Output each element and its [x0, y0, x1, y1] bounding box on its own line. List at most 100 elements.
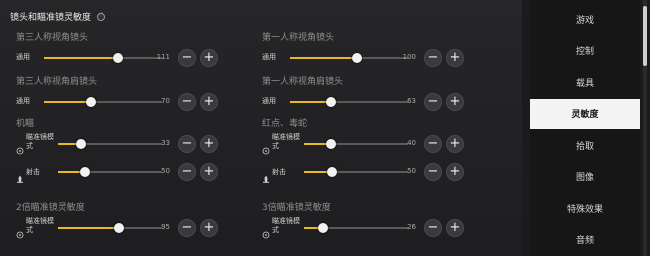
slider-value: 111: [156, 53, 170, 61]
slider-value: 100: [402, 53, 416, 61]
sidebar-item[interactable]: 载具: [530, 67, 640, 97]
sidebar-scrollbar[interactable]: [643, 6, 647, 66]
sidebar-item[interactable]: 游戏: [530, 4, 640, 34]
sidebar-item[interactable]: 灵敏度: [530, 98, 640, 129]
increase-button[interactable]: +: [446, 93, 464, 111]
slider-thumb[interactable]: [113, 53, 124, 63]
slider-track[interactable]: [290, 97, 408, 107]
increase-button[interactable]: +: [200, 135, 218, 153]
decrease-button[interactable]: −: [178, 93, 196, 111]
slider-row: 瞄准镜模式 40− +: [262, 132, 512, 156]
decrease-button[interactable]: −: [424, 93, 442, 111]
sidebar-item-label: 游戏: [575, 15, 594, 26]
slider-track[interactable]: [44, 97, 162, 107]
slider-row: 瞄准镜模式 95− +: [16, 216, 266, 240]
slider-thumb[interactable]: [327, 167, 338, 177]
increase-button[interactable]: +: [446, 49, 464, 67]
slider-track[interactable]: [58, 167, 162, 177]
fire-icon: [262, 168, 270, 183]
slider-label: 瞄准镜模式: [26, 217, 54, 234]
slider-track[interactable]: [58, 223, 162, 233]
sidebar-item[interactable]: 音频: [530, 225, 640, 255]
slider-value: 40: [407, 139, 416, 147]
fire-icon: [16, 168, 24, 183]
sidebar-item-label: 灵敏度: [571, 110, 599, 120]
decrease-button[interactable]: −: [424, 163, 442, 181]
slider-fill: [290, 57, 358, 59]
settings-panel: 镜头和瞄准镜灵敏度 ⓘ 第三人称视角镜头 通用 111− + 第三人称视角肩镜头 通用 70…: [0, 0, 522, 256]
slider-track[interactable]: [58, 139, 162, 149]
slider-row: 瞄准镜模式 26− +: [262, 216, 512, 240]
sidebar-item[interactable]: 拾取: [530, 130, 640, 160]
slider-thumb[interactable]: [317, 223, 328, 233]
section-title: 3倍瞄准镜灵敏度: [262, 203, 331, 213]
section-title: 机瞄: [16, 119, 35, 129]
slider-thumb[interactable]: [114, 223, 125, 233]
slider-value: 50: [407, 167, 416, 175]
increase-button[interactable]: +: [446, 219, 464, 237]
slider-label: 通用: [16, 53, 30, 61]
sensitivity-section: 2倍瞄准镜灵敏度瞄准镜模式 95− +: [16, 200, 266, 240]
decrease-button[interactable]: −: [424, 219, 442, 237]
section-title: 第三人称视角镜头: [16, 33, 89, 43]
increase-button[interactable]: +: [446, 163, 464, 181]
section-title: 2倍瞄准镜灵敏度: [16, 203, 85, 213]
slider-fill: [44, 101, 92, 103]
settings-sidebar: 游戏控制载具灵敏度拾取 图像 特殊效果音频: [530, 0, 640, 256]
slider-value: 26: [407, 223, 416, 231]
section-title: 第三人称视角肩镜头: [16, 77, 98, 87]
slider-thumb[interactable]: [326, 97, 337, 107]
section-title: 红点、毒蛇: [262, 119, 308, 129]
increase-button[interactable]: +: [200, 49, 218, 67]
slider-label: 瞄准镜模式: [26, 133, 54, 150]
decrease-button[interactable]: −: [424, 49, 442, 67]
slider-row: 射击 50− +: [262, 160, 512, 184]
slider-value: 33: [161, 139, 170, 147]
slider-value: 70: [161, 97, 170, 105]
sidebar-item[interactable]: 特殊效果: [530, 193, 640, 223]
sidebar-item-label: 音频: [575, 236, 594, 246]
sensitivity-section: 红点、毒蛇 瞄准镜模式 40− + 射击 50− +: [262, 116, 512, 184]
slider-thumb[interactable]: [326, 139, 337, 149]
slider-value: 50: [161, 167, 170, 175]
slider-track[interactable]: [44, 53, 162, 63]
decrease-button[interactable]: −: [178, 49, 196, 67]
increase-button[interactable]: +: [200, 163, 218, 181]
slider-track[interactable]: [304, 223, 408, 233]
slider-label: 射击: [26, 168, 40, 176]
crosshair-icon: [262, 224, 270, 239]
decrease-button[interactable]: −: [178, 219, 196, 237]
sidebar-item[interactable]: 控制: [530, 36, 640, 66]
slider-value: 95: [161, 223, 170, 231]
increase-button[interactable]: +: [200, 93, 218, 111]
slider-thumb[interactable]: [75, 139, 86, 149]
sidebar-item[interactable]: 图像: [530, 162, 640, 192]
section-title: 第一人称视角镜头: [262, 33, 335, 43]
slider-thumb[interactable]: [352, 53, 363, 63]
sidebar-item-label: 控制: [575, 47, 594, 57]
left-column: 第三人称视角镜头 通用 111− + 第三人称视角肩镜头 通用 70− + 机瞄 瞄准镜模式 33−…: [16, 0, 266, 256]
slider-row: 通用 100− +: [262, 46, 512, 70]
slider-thumb[interactable]: [86, 97, 97, 107]
sensitivity-section: 第一人称视角镜头 通用 100− +: [262, 30, 512, 70]
slider-thumb[interactable]: [80, 167, 91, 177]
increase-button[interactable]: +: [446, 135, 464, 153]
slider-label: 射击: [272, 168, 286, 176]
increase-button[interactable]: +: [200, 219, 218, 237]
slider-track[interactable]: [304, 167, 408, 177]
slider-value: 63: [407, 97, 416, 105]
slider-track[interactable]: [304, 139, 408, 149]
sensitivity-section: 机瞄 瞄准镜模式 33− + 射击 50− +: [16, 116, 266, 184]
slider-row: 通用 63− +: [262, 90, 512, 114]
section-title: 第一人称视角肩镜头: [262, 77, 344, 87]
slider-label: 瞄准镜模式: [272, 217, 300, 234]
slider-fill: [58, 227, 120, 229]
slider-label: 通用: [262, 53, 276, 61]
crosshair-icon: [16, 140, 24, 155]
sensitivity-section: 第一人称视角肩镜头通用 63− +: [262, 74, 512, 114]
right-column: 第一人称视角镜头 通用 100− + 第一人称视角肩镜头 通用 63− + 红点、毒蛇 瞄准镜模式…: [262, 0, 512, 256]
slider-track[interactable]: [290, 53, 408, 63]
decrease-button[interactable]: −: [178, 135, 196, 153]
decrease-button[interactable]: −: [424, 135, 442, 153]
decrease-button[interactable]: −: [178, 163, 196, 181]
